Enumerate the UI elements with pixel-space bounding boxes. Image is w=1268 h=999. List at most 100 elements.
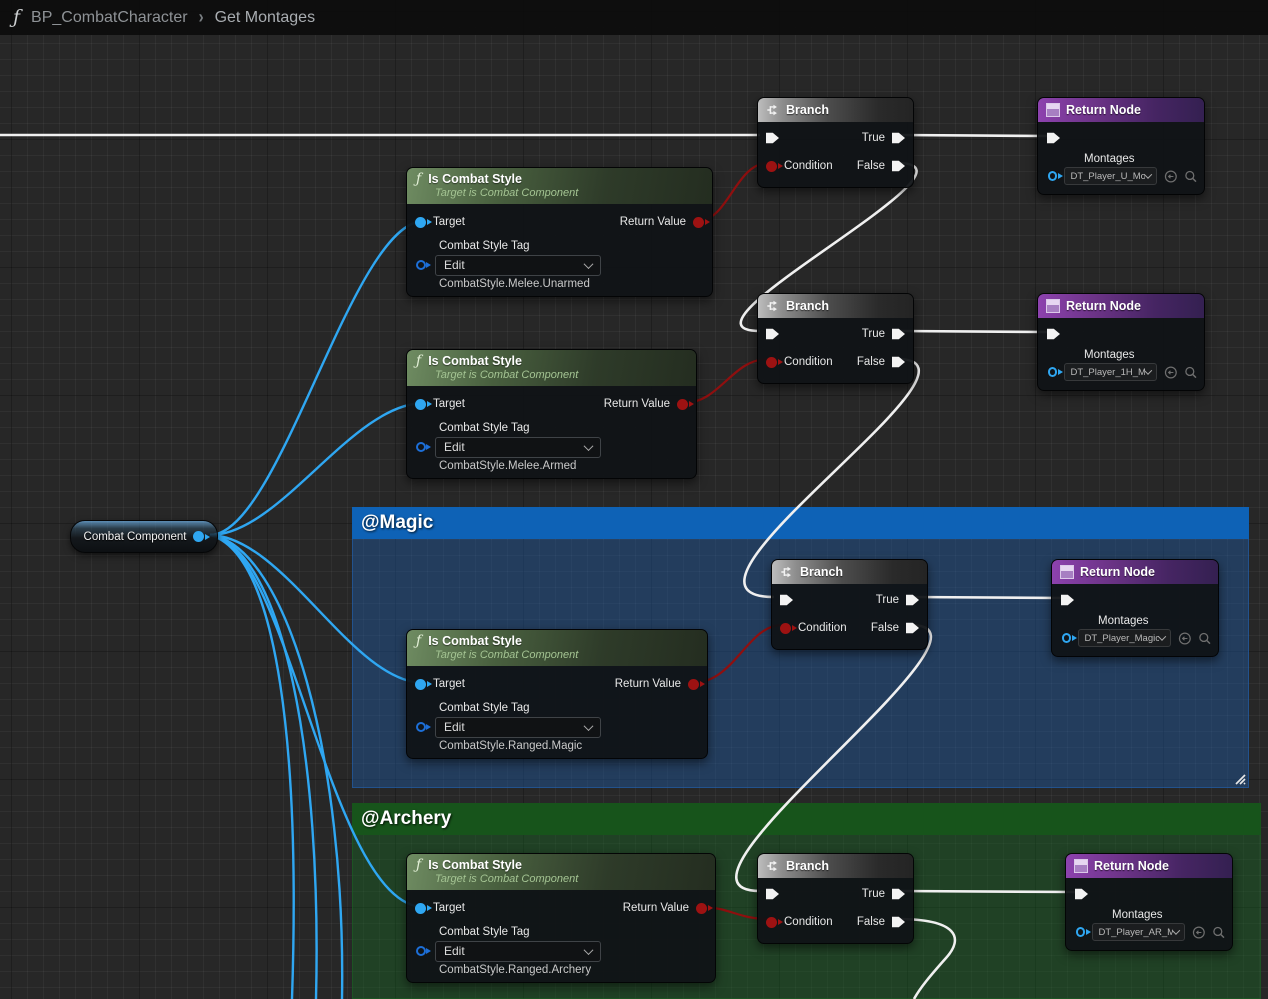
exec-true-pin[interactable] [906, 594, 919, 607]
return-value-pin[interactable] [688, 679, 699, 690]
branch-node-archery[interactable]: Branch True Condition False [757, 853, 914, 944]
exec-false-pin[interactable] [906, 622, 919, 635]
tag-edit-dropdown[interactable]: Edit [435, 255, 601, 276]
exec-in-pin[interactable] [780, 594, 793, 607]
target-pin-label: Target [433, 678, 465, 690]
montages-asset-dropdown[interactable]: DT_Player_Magic [1078, 629, 1170, 647]
exec-in-pin[interactable] [766, 132, 779, 145]
combat-style-tag-pin[interactable] [416, 946, 426, 956]
blueprint-graph[interactable]: { "breadcrumb": { "function_icon": "ƒ", … [0, 0, 1268, 999]
combat-style-tag-pin[interactable] [416, 442, 426, 452]
node-header[interactable]: Branch [758, 294, 913, 318]
return-value-pin[interactable] [677, 399, 688, 410]
branch-node-magic[interactable]: Branch True Condition False [771, 559, 928, 650]
return-node-1[interactable]: Return Node Montages DT_Player_U_Mo [1037, 97, 1205, 195]
comment-header[interactable]: @Magic [352, 507, 1249, 539]
exec-in-pin[interactable] [766, 888, 779, 901]
target-pin[interactable] [415, 217, 426, 228]
exec-true-pin[interactable] [892, 888, 905, 901]
browse-asset-icon[interactable] [1184, 365, 1198, 380]
exec-true-pin[interactable] [892, 328, 905, 341]
node-header[interactable]: Return Node [1038, 294, 1204, 318]
node-header[interactable]: ƒIs Combat Style Target is Combat Compon… [407, 854, 715, 890]
combat-component-output-pin[interactable] [193, 531, 204, 542]
dropdown-value: DT_Player_1H_M [1070, 367, 1144, 378]
dropdown-value: Edit [444, 720, 465, 734]
exec-false-pin[interactable] [892, 160, 905, 173]
exec-in-pin[interactable] [1047, 132, 1060, 145]
tag-edit-dropdown[interactable]: Edit [435, 437, 601, 458]
return-node-magic[interactable]: Return Node Montages DT_Player_Magic [1051, 559, 1219, 657]
montages-asset-dropdown[interactable]: DT_Player_1H_M [1064, 363, 1156, 381]
montages-asset-dropdown[interactable]: DT_Player_AR_M [1092, 923, 1184, 941]
use-selected-asset-icon[interactable] [1192, 925, 1206, 940]
node-header[interactable]: Return Node [1038, 98, 1204, 122]
branch-node-1[interactable]: Branch True Condition False [757, 97, 914, 188]
browse-asset-icon[interactable] [1212, 925, 1226, 940]
combat-style-tag-pin[interactable] [416, 260, 426, 270]
exec-false-pin[interactable] [892, 356, 905, 369]
function-icon: ƒ [416, 634, 421, 648]
function-node-is-combat-style-magic[interactable]: ƒIs Combat Style Target is Combat Compon… [406, 629, 708, 759]
node-title: Return Node [1094, 859, 1169, 873]
dropdown-value: DT_Player_U_Mo [1070, 171, 1144, 182]
condition-pin[interactable] [766, 161, 777, 172]
combat-style-tag-pin[interactable] [416, 722, 426, 732]
breadcrumb-blueprint[interactable]: BP_CombatCharacter [31, 9, 188, 27]
node-header[interactable]: ƒIs Combat Style Target is Combat Compon… [407, 630, 707, 666]
use-selected-asset-icon[interactable] [1164, 169, 1178, 184]
condition-pin[interactable] [766, 917, 777, 928]
node-title: Return Node [1066, 103, 1141, 117]
exec-in-pin[interactable] [1047, 328, 1060, 341]
browse-asset-icon[interactable] [1198, 631, 1212, 646]
use-selected-asset-icon[interactable] [1178, 631, 1192, 646]
node-header[interactable]: Return Node [1052, 560, 1218, 584]
function-node-is-combat-style-archery[interactable]: ƒIs Combat Style Target is Combat Compon… [406, 853, 716, 983]
montages-pin[interactable] [1076, 927, 1085, 937]
target-pin[interactable] [415, 679, 426, 690]
condition-pin[interactable] [780, 623, 791, 634]
return-value-pin[interactable] [693, 217, 704, 228]
tag-edit-dropdown[interactable]: Edit [435, 717, 601, 738]
dropdown-value: Edit [444, 440, 465, 454]
combat-style-tag-label: Combat Style Tag [439, 926, 715, 938]
montages-asset-dropdown[interactable]: DT_Player_U_Mo [1064, 167, 1156, 185]
exec-true-pin[interactable] [892, 132, 905, 145]
return-node-2[interactable]: Return Node Montages DT_Player_1H_M [1037, 293, 1205, 391]
branch-icon [766, 103, 780, 117]
node-header[interactable]: Branch [758, 98, 913, 122]
exec-in-pin[interactable] [1075, 888, 1088, 901]
node-subtitle: Target is Combat Component [435, 369, 687, 381]
function-graph-icon: ƒ [13, 8, 20, 27]
use-selected-asset-icon[interactable] [1164, 365, 1178, 380]
branch-node-2[interactable]: Branch True Condition False [757, 293, 914, 384]
target-pin[interactable] [415, 399, 426, 410]
function-node-is-combat-style-armed[interactable]: ƒIs Combat Style Target is Combat Compon… [406, 349, 697, 479]
node-header[interactable]: Branch [758, 854, 913, 878]
target-pin-label: Target [433, 902, 465, 914]
node-header[interactable]: ƒIs Combat Style Target is Combat Compon… [407, 168, 712, 204]
comment-header[interactable]: @Archery [352, 803, 1261, 835]
return-node-icon [1074, 859, 1088, 873]
return-node-icon [1060, 565, 1074, 579]
exec-in-pin[interactable] [766, 328, 779, 341]
tag-edit-dropdown[interactable]: Edit [435, 941, 601, 962]
variable-node-combat-component[interactable]: Combat Component [70, 520, 218, 553]
montages-pin[interactable] [1062, 633, 1071, 643]
return-value-pin[interactable] [696, 903, 707, 914]
breadcrumb-function[interactable]: Get Montages [215, 9, 316, 27]
node-header[interactable]: Return Node [1066, 854, 1232, 878]
return-node-archery[interactable]: Return Node Montages DT_Player_AR_M [1065, 853, 1233, 951]
node-header[interactable]: Branch [772, 560, 927, 584]
target-pin[interactable] [415, 903, 426, 914]
montages-pin[interactable] [1048, 367, 1057, 377]
function-node-is-combat-style-unarmed[interactable]: ƒIs Combat Style Target is Combat Compon… [406, 167, 713, 297]
node-header[interactable]: ƒIs Combat Style Target is Combat Compon… [407, 350, 696, 386]
condition-pin[interactable] [766, 357, 777, 368]
exec-false-pin[interactable] [892, 916, 905, 929]
exec-in-pin[interactable] [1061, 594, 1074, 607]
browse-asset-icon[interactable] [1184, 169, 1198, 184]
breadcrumb-chevron-icon: › [199, 7, 204, 27]
resize-handle[interactable] [1231, 770, 1247, 786]
montages-pin[interactable] [1048, 171, 1057, 181]
